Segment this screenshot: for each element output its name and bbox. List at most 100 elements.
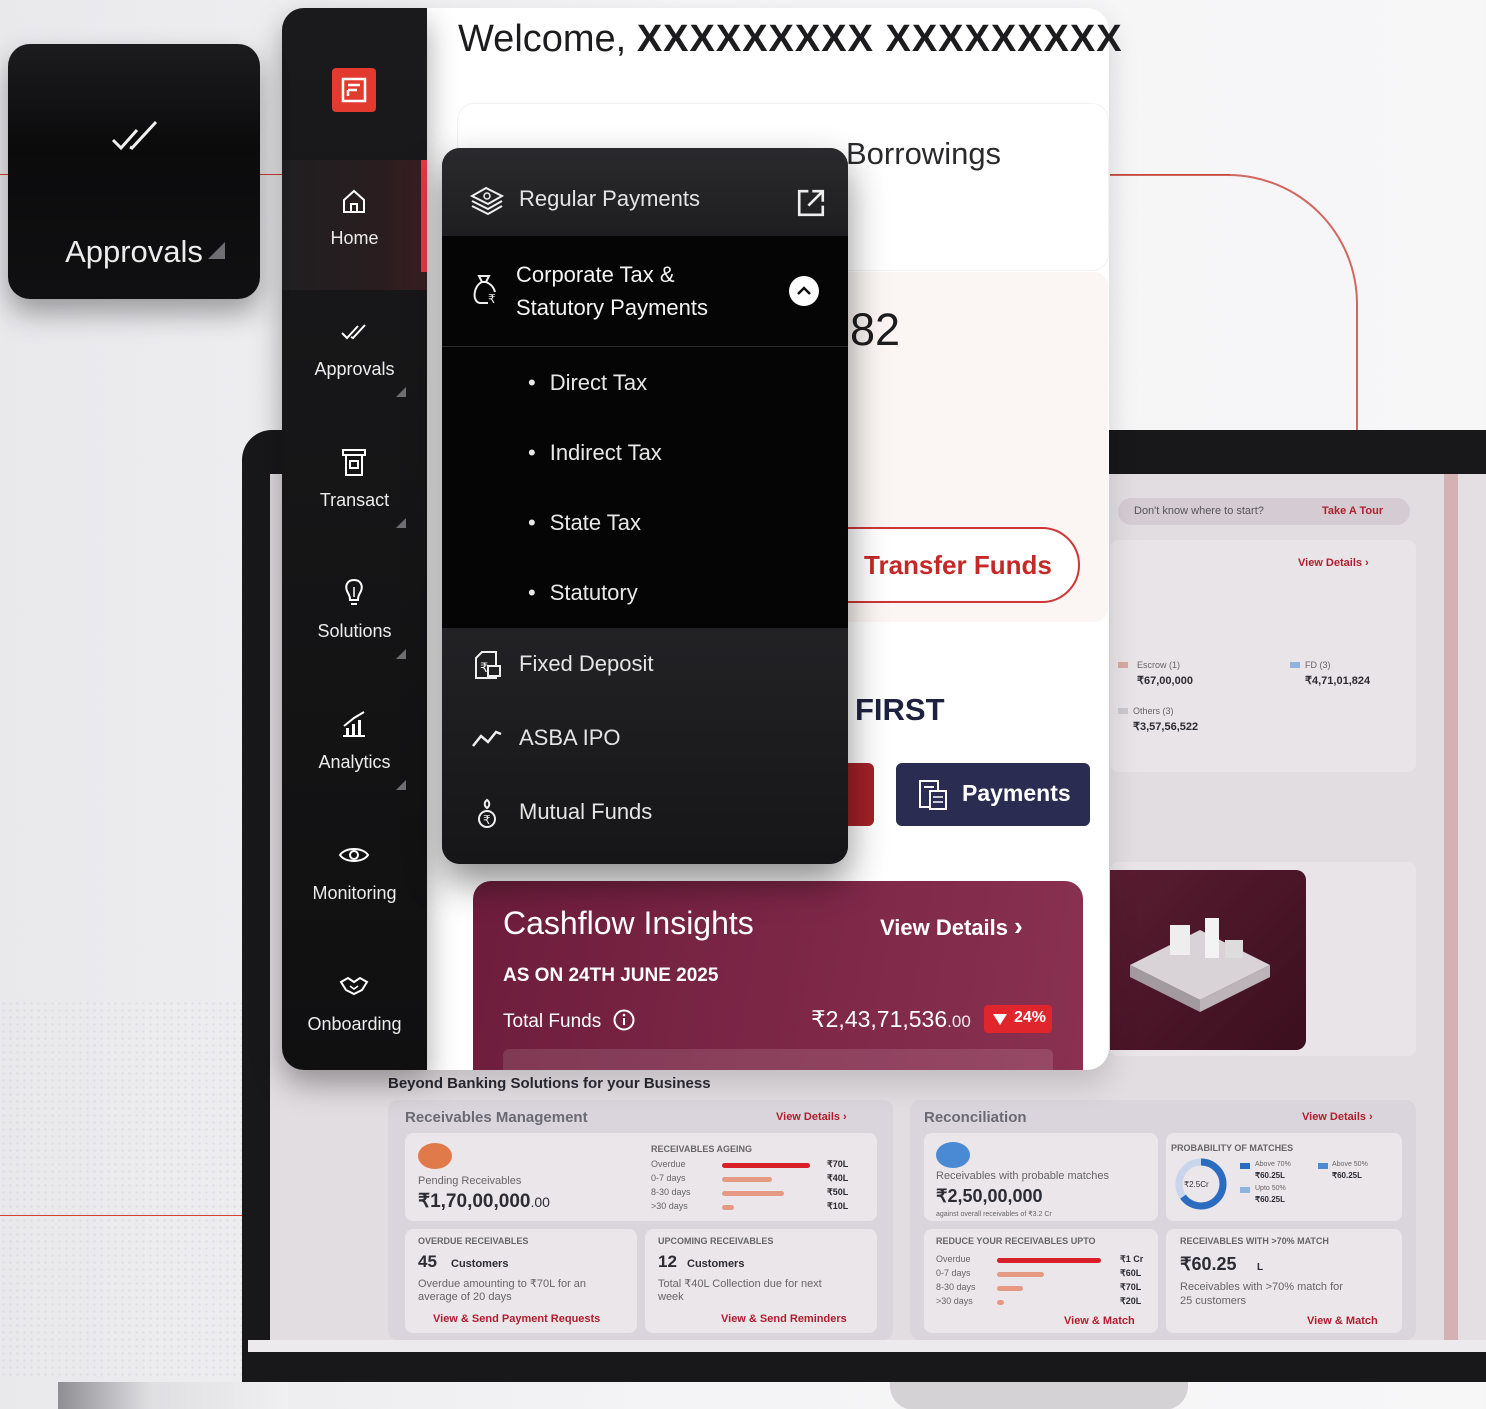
bar-row-label: 0-7 days bbox=[651, 1173, 686, 1183]
bar-row-label: 8-30 days bbox=[651, 1187, 691, 1197]
first-text: FIRST bbox=[855, 692, 945, 727]
legend-label: Escrow (1) bbox=[1137, 660, 1181, 670]
bar-row-value: ₹60L bbox=[1120, 1268, 1142, 1278]
laptop-base bbox=[248, 1340, 1486, 1352]
cashflow-view-details-link[interactable]: View Details › bbox=[880, 911, 1023, 942]
receivables-view-details-link[interactable]: View Details › bbox=[776, 1111, 847, 1123]
take-tour-link[interactable]: Take A Tour bbox=[1322, 505, 1383, 517]
receivables-title: Receivables Management bbox=[405, 1109, 588, 1126]
total-funds-value: ₹2,43,71,536.00 bbox=[811, 1006, 971, 1032]
tour-question: Don't know where to start? bbox=[1134, 505, 1264, 517]
sidebar-item-approvals[interactable]: Approvals bbox=[282, 291, 427, 421]
sidebar-item-home[interactable]: Home bbox=[282, 160, 427, 290]
change-badge: 24% bbox=[984, 1005, 1052, 1033]
decorative-line bbox=[0, 1215, 245, 1216]
mutual-funds-icon: ₹ bbox=[478, 798, 496, 828]
menu-item-label: Mutual Funds bbox=[519, 799, 653, 824]
sidebar-item-label: Onboarding bbox=[307, 1014, 402, 1034]
legend-label: FD (3) bbox=[1305, 660, 1331, 670]
tax-bag-icon: ₹ bbox=[473, 275, 496, 306]
bar-row-label: >30 days bbox=[936, 1296, 973, 1306]
svg-text:₹: ₹ bbox=[488, 292, 496, 306]
transfer-funds-button[interactable]: Transfer Funds bbox=[810, 527, 1080, 603]
active-indicator bbox=[421, 160, 427, 272]
handshake-icon bbox=[339, 976, 369, 996]
view-match-link[interactable]: View & Match bbox=[1064, 1315, 1135, 1327]
submenu-item-state-tax[interactable]: State Tax bbox=[528, 510, 641, 536]
double-check-icon bbox=[111, 120, 158, 151]
sidebar-item-transact[interactable]: Transact bbox=[282, 422, 427, 552]
menu-item-fixed-deposit[interactable]: ₹ Fixed Deposit bbox=[442, 628, 848, 702]
total-funds-label: Total Funds bbox=[503, 1009, 635, 1033]
reconciliation-view-details-link[interactable]: View Details › bbox=[1302, 1111, 1373, 1123]
bar-row-value: ₹1 Cr bbox=[1120, 1254, 1144, 1264]
tour-banner: Don't know where to start? Take A Tour bbox=[1118, 498, 1410, 525]
info-icon[interactable] bbox=[613, 1009, 635, 1031]
bar-row-bar bbox=[722, 1177, 773, 1182]
send-payment-requests-link[interactable]: View & Send Payment Requests bbox=[433, 1313, 600, 1325]
overdue-text: average of 20 days bbox=[418, 1291, 512, 1303]
expand-corner-icon bbox=[396, 387, 406, 397]
high-match-title: RECEIVABLES WITH >70% MATCH bbox=[1180, 1236, 1329, 1246]
chart-icon bbox=[343, 711, 365, 737]
sidebar-item-analytics[interactable]: Analytics bbox=[282, 684, 427, 814]
external-link-icon[interactable] bbox=[794, 186, 828, 220]
collapse-button[interactable] bbox=[789, 276, 819, 306]
bar-row-value: ₹50L bbox=[827, 1187, 849, 1197]
expand-corner-icon bbox=[396, 649, 406, 659]
legend-swatch bbox=[1318, 1163, 1328, 1169]
sidebar-item-monitoring[interactable]: Monitoring bbox=[282, 815, 427, 945]
bar-row-bar bbox=[722, 1191, 785, 1196]
bar-row-value: ₹70L bbox=[827, 1159, 849, 1169]
prob-legend-value: ₹60.25L bbox=[1332, 1171, 1362, 1180]
menu-item-corporate-tax[interactable]: ₹ Corporate Tax & Statutory Payments bbox=[442, 236, 848, 346]
portfolio-view-details-link[interactable]: View Details › bbox=[1298, 557, 1369, 569]
bar-row-label: Overdue bbox=[936, 1254, 971, 1264]
send-reminders-link[interactable]: View & Send Reminders bbox=[721, 1313, 847, 1325]
approvals-card[interactable]: Approvals bbox=[8, 44, 260, 299]
menu-expanded-section: ₹ Corporate Tax & Statutory Payments Dir… bbox=[442, 236, 848, 628]
submenu-item-direct-tax[interactable]: Direct Tax bbox=[528, 370, 647, 396]
menu-item-label: Corporate Tax & bbox=[516, 262, 675, 287]
sidebar-item-label: Home bbox=[330, 228, 379, 248]
receivables-icon bbox=[418, 1143, 452, 1169]
view-match-link[interactable]: View & Match bbox=[1307, 1315, 1378, 1327]
bar-row-label: >30 days bbox=[651, 1201, 688, 1211]
menu-item-label: Statutory Payments bbox=[516, 295, 708, 320]
decorative-curve bbox=[1110, 174, 1358, 434]
cashflow-strip bbox=[503, 1049, 1053, 1070]
menu-item-regular-payments[interactable]: Regular Payments bbox=[442, 148, 848, 236]
lightbulb-icon bbox=[345, 578, 363, 605]
probability-title: PROBABILITY OF MATCHES bbox=[1171, 1143, 1294, 1153]
menu-item-label: ASBA IPO bbox=[519, 725, 621, 750]
prob-legend-value: ₹60.25L bbox=[1255, 1195, 1285, 1204]
submenu-item-statutory[interactable]: Statutory bbox=[528, 580, 638, 606]
transact-dropdown-menu: Regular Payments ₹ Corporate Tax & Statu… bbox=[442, 148, 848, 864]
probable-matches-label: Receivables with probable matches bbox=[936, 1170, 1110, 1182]
prob-legend-label: Upto 50% bbox=[1255, 1185, 1286, 1192]
sidebar-item-onboarding[interactable]: Onboarding bbox=[282, 946, 427, 1076]
bar-row-value: ₹10L bbox=[827, 1201, 849, 1211]
ageing-title: RECEIVABLES AGEING bbox=[651, 1144, 753, 1154]
expand-corner-icon bbox=[208, 242, 225, 259]
high-match-unit: L bbox=[1257, 1262, 1264, 1273]
chevron-right-icon: › bbox=[1014, 911, 1023, 941]
bar-row-value: ₹40L bbox=[827, 1173, 849, 1183]
reduce-title: REDUCE YOUR RECEIVABLES UPTO bbox=[936, 1236, 1096, 1246]
laptop-foot bbox=[890, 1382, 1188, 1409]
payments-button[interactable]: Payments bbox=[896, 763, 1090, 826]
cashflow-insights-card: Cashflow Insights View Details › AS ON 2… bbox=[473, 881, 1083, 1070]
balance-value: 82 bbox=[850, 304, 901, 355]
sidebar-item-label: Analytics bbox=[318, 752, 391, 772]
bar-row-label: Overdue bbox=[651, 1159, 686, 1169]
submenu-item-indirect-tax[interactable]: Indirect Tax bbox=[528, 440, 662, 466]
tab-borrowings[interactable]: Borrowings bbox=[846, 136, 1001, 172]
menu-lower-section: ₹ Fixed Deposit ASBA IPO ₹ Mutual Funds bbox=[442, 628, 848, 864]
legend-value: ₹3,57,56,522 bbox=[1133, 721, 1199, 733]
screen-right-pane bbox=[1458, 474, 1486, 1342]
menu-item-asba-ipo[interactable]: ASBA IPO bbox=[442, 702, 848, 776]
menu-item-mutual-funds[interactable]: ₹ Mutual Funds bbox=[442, 776, 848, 856]
sidebar-item-label: Monitoring bbox=[312, 883, 397, 903]
sidebar-item-solutions[interactable]: Solutions bbox=[282, 553, 427, 683]
pending-receivables-value: ₹1,70,00,000.00 bbox=[418, 1191, 550, 1212]
